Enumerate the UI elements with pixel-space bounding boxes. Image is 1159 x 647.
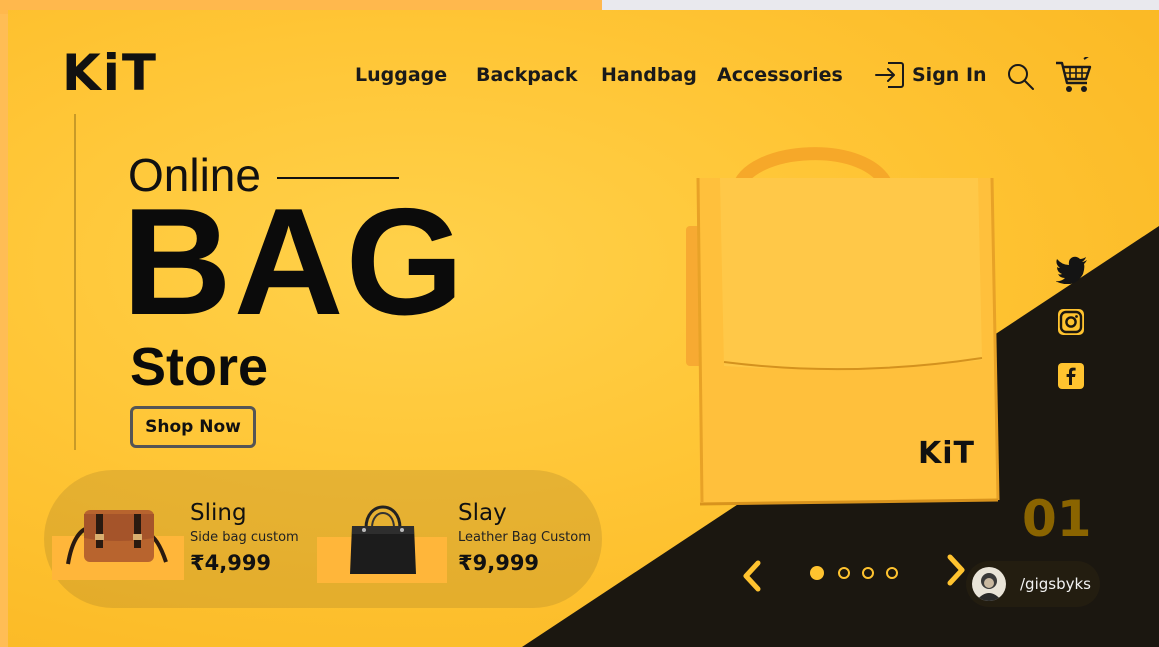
product-sling-price: ₹4,999 xyxy=(190,551,272,575)
sign-in-link[interactable]: Sign In xyxy=(874,60,987,90)
nav-backpack[interactable]: Backpack xyxy=(476,64,578,86)
product-slay-desc: Leather Bag Custom xyxy=(458,530,591,545)
left-edge-strip xyxy=(0,14,8,647)
chevron-left-icon[interactable] xyxy=(742,560,762,592)
nav-handbag[interactable]: Handbag xyxy=(601,64,697,86)
sign-in-label: Sign In xyxy=(912,64,987,86)
twitter-icon[interactable] xyxy=(1056,256,1088,284)
nav-accessories[interactable]: Accessories xyxy=(717,64,843,86)
chevron-right-icon[interactable] xyxy=(946,554,966,586)
creator-avatar xyxy=(972,567,1006,601)
carousel-dot-3[interactable] xyxy=(862,567,874,579)
hero-divider-line xyxy=(74,114,76,450)
product-slay-image[interactable] xyxy=(344,494,422,578)
hero-line-store: Store xyxy=(130,337,269,397)
product-sling-name[interactable]: Sling xyxy=(190,500,247,526)
carousel-dot-2[interactable] xyxy=(838,567,850,579)
search-button[interactable] xyxy=(1006,62,1036,97)
creator-handle: /gigsbyks xyxy=(1020,575,1091,593)
hero-line-bag: BAG xyxy=(122,177,466,347)
sign-in-icon xyxy=(875,62,904,88)
carousel-dot-4[interactable] xyxy=(886,567,898,579)
product-slay-name[interactable]: Slay xyxy=(458,500,507,526)
hero-banner: KiT Luggage Backpack Handbag Accessories… xyxy=(8,10,1159,647)
nav-luggage[interactable]: Luggage xyxy=(355,64,447,86)
slide-number: 01 xyxy=(1022,490,1092,548)
search-icon xyxy=(1008,64,1034,90)
product-sling-desc: Side bag custom xyxy=(190,530,299,545)
creator-credit-badge[interactable]: /gigsbyks xyxy=(966,561,1100,607)
shop-now-button[interactable]: Shop Now xyxy=(130,406,256,448)
cart-button[interactable] xyxy=(1054,54,1094,100)
brand-logo[interactable]: KiT xyxy=(62,48,158,98)
featured-bag-logo: KiT xyxy=(918,436,975,471)
product-slay-price: ₹9,999 xyxy=(458,551,540,575)
facebook-icon[interactable] xyxy=(1058,363,1084,389)
cart-icon xyxy=(1056,54,1092,92)
carousel-dot-1[interactable] xyxy=(810,566,824,580)
instagram-icon[interactable] xyxy=(1057,308,1085,336)
product-sling-image[interactable] xyxy=(62,500,174,572)
